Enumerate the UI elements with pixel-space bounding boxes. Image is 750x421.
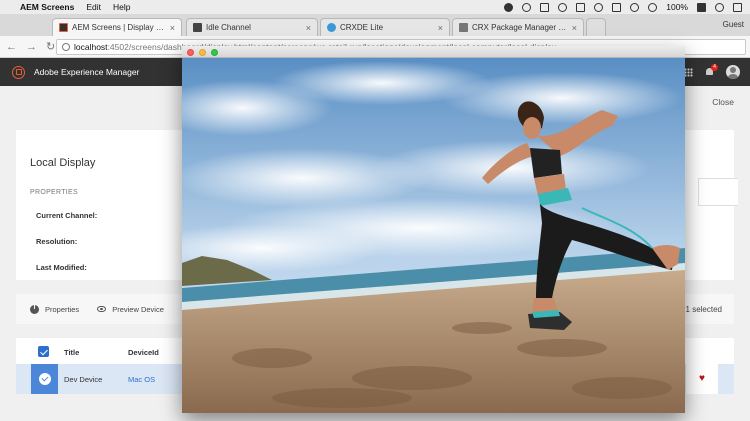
wifi-icon[interactable] [630,2,640,12]
heart-icon[interactable]: ♥ [699,374,705,384]
tab-close-icon[interactable]: × [438,23,443,33]
battery-percent[interactable]: 100% [666,2,688,12]
record-icon[interactable] [504,2,514,12]
row-deviceid-link[interactable]: Mac OS [128,375,155,384]
clock-icon[interactable] [522,2,532,12]
column-title[interactable]: Title [64,348,79,357]
property-resolution: Resolution: [36,237,78,246]
sync-icon[interactable] [594,2,604,12]
window-titlebar[interactable] [182,46,685,58]
preview-device-button[interactable]: Preview Device [97,305,164,314]
preview-device-window[interactable] [182,46,685,413]
tab-aem-screens[interactable]: AEM Screens | Display Dashbo × [52,18,182,36]
beach-runner-image [182,58,685,413]
info-icon [30,304,39,314]
menubar-tray: 100% [504,2,742,12]
spotlight-icon[interactable] [715,2,724,12]
volume-icon[interactable] [648,2,658,12]
screen-icon[interactable] [576,2,586,12]
forward-arrow-icon[interactable]: → [26,41,37,53]
notification-badge: 4 [711,64,718,71]
back-arrow-icon[interactable]: ← [6,41,17,53]
package-favicon-icon [459,23,468,32]
maximize-window-icon[interactable] [211,48,218,56]
tab-crxde-lite[interactable]: CRXDE Lite × [320,18,450,36]
menu-edit[interactable]: Edit [86,2,101,12]
notifications-bell-icon[interactable]: 4 [705,64,718,77]
clipboard-icon[interactable] [540,2,550,12]
site-info-icon[interactable] [62,43,70,51]
browser-tabstrip: AEM Screens | Display Dashbo × Idle Chan… [0,14,750,36]
battery-icon[interactable] [697,2,706,12]
aem-logo-icon[interactable] [12,65,25,79]
solutions-grid-icon[interactable] [684,67,693,77]
property-current-channel: Current Channel: [36,211,98,220]
selected-count: 1 selected [685,305,722,314]
row-title: Dev Device [64,375,103,384]
new-tab-button[interactable] [586,18,606,36]
adobe-cc-icon[interactable] [558,2,568,12]
profile-guest[interactable]: Guest [723,20,744,29]
row-status-cell: ♥ [686,364,718,394]
url-host: localhost [74,42,108,52]
aem-brand-title[interactable]: Adobe Experience Manager [34,67,139,77]
select-all-checkbox[interactable] [38,346,49,357]
column-deviceid[interactable]: DeviceId [128,348,159,357]
eye-icon [97,306,107,312]
minimize-window-icon[interactable] [199,48,206,56]
user-avatar[interactable] [726,65,740,79]
card-side-panel [698,178,738,206]
tab-crx-package-manager[interactable]: CRX Package Manager - /etc/p × [452,18,584,36]
display-title: Local Display [30,157,96,169]
crxde-favicon-icon [327,23,336,32]
tab-close-icon[interactable]: × [572,23,577,33]
mac-menubar: AEM Screens Edit Help 100% [0,0,750,14]
close-button[interactable]: Close [712,97,734,107]
aem-favicon-icon [193,23,202,32]
property-last-modified: Last Modified: [36,263,87,272]
row-checkmark-icon[interactable] [39,373,51,385]
reload-icon[interactable]: ↻ [46,40,55,53]
menu-help[interactable]: Help [113,2,130,12]
properties-heading: PROPERTIES [30,189,78,196]
properties-button[interactable]: Properties [30,304,79,314]
notification-center-icon[interactable] [733,2,742,12]
close-window-icon[interactable] [187,48,194,56]
aem-favicon-icon [59,23,68,32]
tab-close-icon[interactable]: × [170,23,175,33]
dropbox-icon[interactable] [612,2,622,12]
tab-close-icon[interactable]: × [306,23,311,33]
app-menu-name[interactable]: AEM Screens [20,2,74,12]
header-actions: 4 [684,64,740,79]
tab-idle-channel[interactable]: Idle Channel × [186,18,318,36]
